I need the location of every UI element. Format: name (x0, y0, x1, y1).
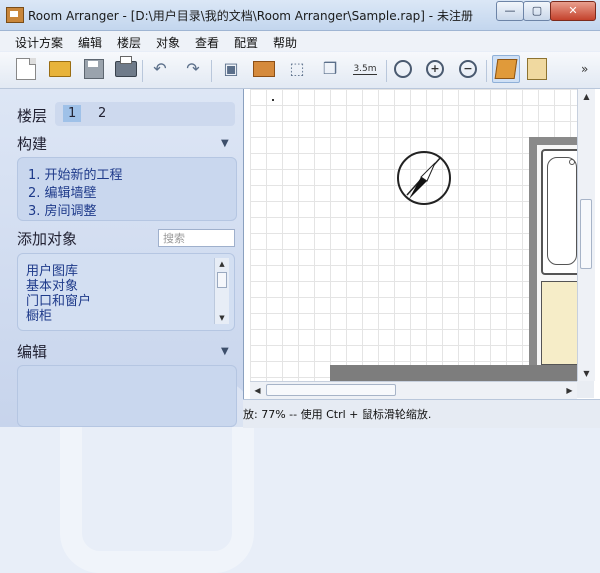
document-list-icon (527, 58, 547, 80)
search-input[interactable]: 搜索 (158, 229, 235, 247)
zoom-fit-icon (394, 60, 412, 78)
step-new-project[interactable]: 1. 开始新的工程 (28, 164, 123, 183)
menu-edit[interactable]: 编辑 (78, 34, 102, 51)
zoom-in-button[interactable]: + (422, 56, 448, 82)
new-file-icon (16, 58, 36, 80)
toolbar-separator (142, 60, 143, 82)
vertical-scrollbar[interactable]: ▲ ▼ (577, 89, 595, 381)
redo-icon: ↷ (186, 59, 200, 78)
status-bar: 放: 77% -- 使用 Ctrl + 鼠标滑轮缩放. (243, 399, 600, 428)
brick-wall-icon (253, 61, 275, 77)
scroll-down-icon[interactable]: ▼ (578, 366, 595, 381)
object-list-button[interactable] (524, 56, 550, 82)
add-object-title: 添加对象 (17, 230, 78, 248)
title-bar: Room Arranger - [D:\用户目录\我的文档\Room Arran… (0, 0, 600, 31)
dimension-label: 3.5m (353, 63, 377, 75)
horizontal-scrollbar[interactable]: ◀ ▶ (250, 381, 577, 399)
printer-icon (115, 56, 137, 77)
toolbar-overflow-button[interactable]: » (581, 62, 588, 76)
scroll-thumb[interactable] (217, 272, 227, 288)
floor-tab-2[interactable]: 2 (93, 105, 111, 122)
floor-selector: 1 2 (55, 102, 235, 126)
view-3d-button[interactable] (492, 55, 520, 83)
new-project-button[interactable] (13, 56, 39, 82)
toolbar-separator (211, 60, 212, 82)
window-title: Room Arranger - [D:\用户目录\我的文档\Room Arran… (28, 9, 473, 23)
room-icon: ▣ (223, 59, 239, 78)
app-icon (6, 7, 24, 23)
drain-icon (569, 159, 575, 165)
scroll-left-icon[interactable]: ◀ (250, 382, 265, 399)
box-icon (494, 59, 518, 79)
menu-help[interactable]: 帮助 (273, 34, 297, 51)
chevron-down-icon[interactable]: ▼ (221, 346, 229, 357)
room-button[interactable]: ▣ (218, 56, 244, 82)
toolbar-separator (386, 60, 387, 82)
save-button[interactable] (81, 56, 107, 82)
plan-grid[interactable] (250, 89, 578, 381)
library-scrollbar[interactable]: ▲ ▼ (214, 258, 229, 324)
edit-box (17, 365, 237, 427)
zoom-out-icon: − (459, 60, 477, 78)
select-area-button[interactable]: ⬚ (284, 56, 310, 82)
scroll-up-icon[interactable]: ▲ (578, 89, 595, 104)
folder-icon (49, 61, 71, 77)
undo-icon: ↶ (153, 59, 167, 78)
menu-floor[interactable]: 楼层 (117, 34, 141, 51)
undo-button[interactable]: ↶ (147, 56, 173, 82)
scroll-thumb[interactable] (580, 199, 592, 269)
menu-config[interactable]: 配置 (234, 34, 258, 51)
list-item[interactable]: 橱柜 (26, 305, 52, 324)
zoom-out-button[interactable]: − (455, 56, 481, 82)
wall[interactable] (330, 365, 578, 381)
cabinet[interactable] (541, 281, 578, 365)
menu-object[interactable]: 对象 (156, 34, 180, 51)
compass-icon[interactable] (397, 151, 451, 205)
open-button[interactable] (47, 56, 73, 82)
left-panel: 楼层 1 2 构建 ▼ 1. 开始新的工程 2. 编辑墙壁 3. 房间调整 添加… (0, 89, 254, 573)
floor-tab-1[interactable]: 1 (63, 105, 82, 122)
build-steps-box: 1. 开始新的工程 2. 编辑墙壁 3. 房间调整 (17, 157, 237, 221)
edit-section-title[interactable]: 编辑 (17, 341, 47, 362)
print-button[interactable] (113, 56, 139, 82)
build-section-title[interactable]: 构建 (17, 133, 47, 154)
step-room-adjust[interactable]: 3. 房间调整 (28, 200, 97, 219)
dimension-button[interactable]: 3.5m (350, 56, 380, 82)
floor-plan-canvas[interactable]: ▲ ▼ ◀ ▶ (243, 89, 600, 399)
scroll-thumb[interactable] (266, 384, 396, 396)
maximize-button[interactable]: ▢ (523, 1, 551, 21)
menu-bar: 设计方案 编辑 楼层 对象 查看 配置 帮助 (0, 31, 600, 51)
redo-button[interactable]: ↷ (180, 56, 206, 82)
save-icon (84, 59, 104, 79)
wall-button[interactable] (251, 56, 277, 82)
menu-view[interactable]: 查看 (195, 34, 219, 51)
objects-button[interactable]: ❒ (317, 56, 343, 82)
zoom-in-icon: + (426, 60, 444, 78)
object-library-list: 用户图库 基本对象 门口和窗户 橱柜 ▲ ▼ (17, 253, 235, 331)
bathtub[interactable] (541, 149, 578, 275)
floor-label: 楼层 (17, 107, 48, 125)
menu-design[interactable]: 设计方案 (15, 34, 63, 51)
zoom-fit-button[interactable] (390, 56, 416, 82)
scroll-down-icon[interactable]: ▼ (215, 312, 229, 324)
scroll-right-icon[interactable]: ▶ (562, 382, 577, 399)
minimize-button[interactable]: — (496, 1, 524, 21)
chevron-down-icon[interactable]: ▼ (221, 138, 229, 149)
toolbar: ↶ ↷ ▣ ⬚ ❒ 3.5m + − » (0, 52, 600, 89)
scrollbar-corner (577, 381, 594, 398)
bathtub-basin (547, 157, 577, 265)
status-text: 放: 77% -- 使用 Ctrl + 鼠标滑轮缩放. (243, 408, 432, 421)
scroll-up-icon[interactable]: ▲ (215, 258, 229, 270)
step-edit-walls[interactable]: 2. 编辑墙壁 (28, 182, 97, 201)
toolbar-separator (486, 60, 487, 82)
wall[interactable] (529, 137, 537, 381)
selection-icon: ⬚ (289, 59, 305, 78)
close-button[interactable]: ✕ (550, 1, 596, 21)
compass-needle (406, 156, 442, 199)
cubes-icon: ❒ (322, 59, 338, 78)
origin-mark (272, 99, 274, 101)
